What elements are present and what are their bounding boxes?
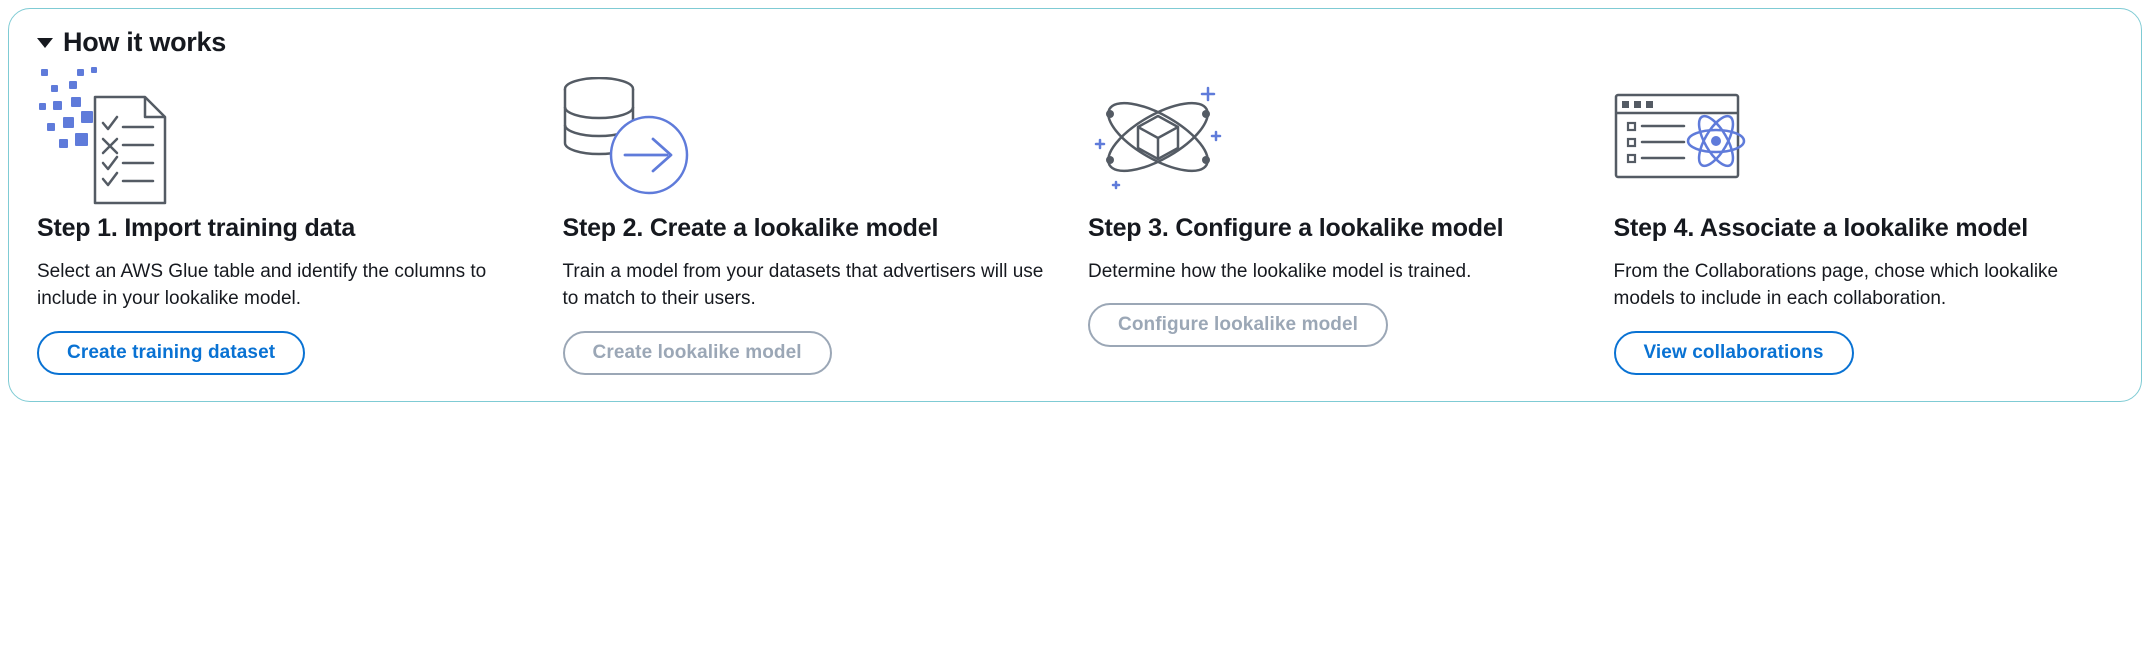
document-import-icon — [37, 67, 167, 207]
step-2-illustration — [563, 64, 693, 209]
step-2-title: Step 2. Create a lookalike model — [563, 213, 939, 244]
view-collaborations-button[interactable]: View collaborations — [1614, 331, 1854, 375]
section-header-toggle[interactable]: How it works — [37, 27, 2113, 58]
step-1-illustration — [37, 64, 167, 209]
step-3-illustration — [1088, 64, 1228, 209]
configure-lookalike-model-button: Configure lookalike model — [1088, 303, 1388, 347]
step-3-title: Step 3. Configure a lookalike model — [1088, 213, 1503, 244]
caret-down-icon — [37, 38, 53, 48]
how-it-works-panel: How it works — [8, 8, 2142, 402]
step-2-desc: Train a model from your datasets that ad… — [563, 258, 1063, 313]
steps-grid: Step 1. Import training data Select an A… — [37, 64, 2113, 375]
step-3: Step 3. Configure a lookalike model Dete… — [1088, 64, 1588, 347]
collaboration-window-icon — [1614, 93, 1754, 181]
model-configure-icon — [1088, 82, 1228, 192]
step-4: Step 4. Associate a lookalike model From… — [1614, 64, 2114, 375]
step-4-illustration — [1614, 64, 1754, 209]
step-1-desc: Select an AWS Glue table and identify th… — [37, 258, 537, 313]
database-arrow-icon — [563, 77, 693, 197]
create-lookalike-model-button: Create lookalike model — [563, 331, 832, 375]
step-4-desc: From the Collaborations page, chose whic… — [1614, 258, 2114, 313]
step-3-desc: Determine how the lookalike model is tra… — [1088, 258, 1471, 286]
step-1: Step 1. Import training data Select an A… — [37, 64, 537, 375]
section-title: How it works — [63, 27, 226, 58]
step-2: Step 2. Create a lookalike model Train a… — [563, 64, 1063, 375]
step-4-title: Step 4. Associate a lookalike model — [1614, 213, 2028, 244]
create-training-dataset-button[interactable]: Create training dataset — [37, 331, 305, 375]
step-1-title: Step 1. Import training data — [37, 213, 355, 244]
